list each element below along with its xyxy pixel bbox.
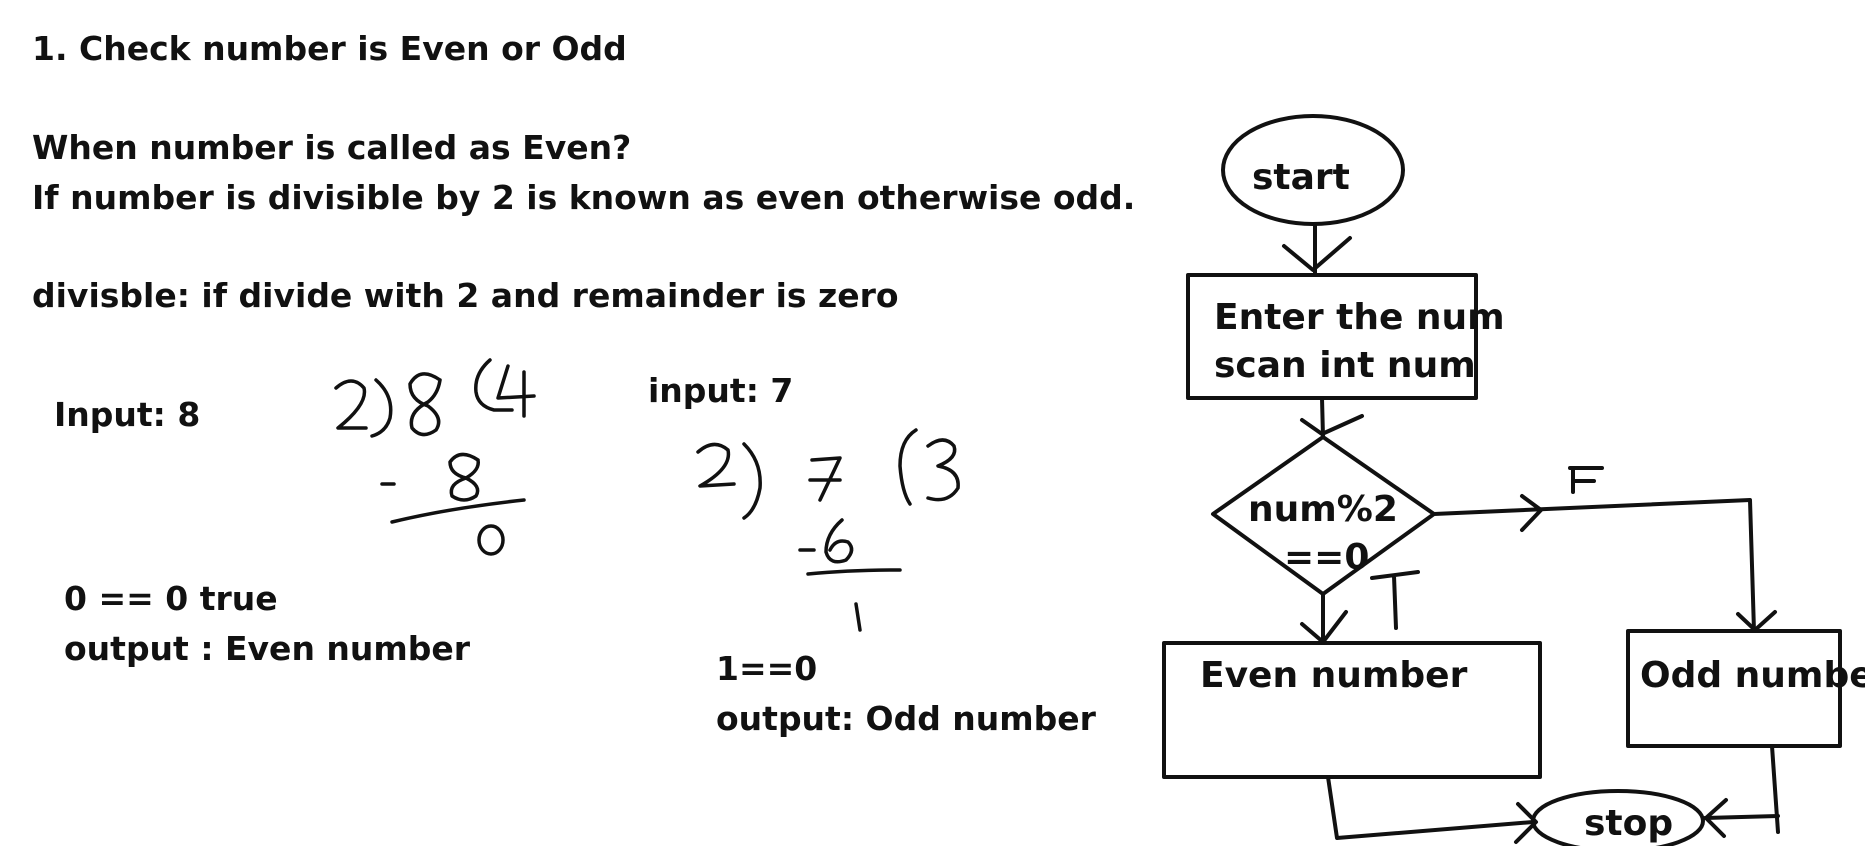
false-branch-arrowhead-1 xyxy=(1520,494,1543,532)
start-terminal xyxy=(1221,114,1405,226)
decision-diamond xyxy=(1211,435,1436,596)
odd-subtracted-6 xyxy=(824,518,854,564)
even-long-division xyxy=(334,358,536,556)
odd-quotient-bracket xyxy=(898,428,918,506)
even-remainder-0 xyxy=(477,524,505,556)
stop-terminal xyxy=(1531,789,1705,846)
false-branch-arrowhead-2 xyxy=(1736,610,1777,632)
odd-divisor-2 xyxy=(696,442,736,488)
false-branch-connector xyxy=(1432,498,1756,633)
ink-layer xyxy=(334,114,1842,846)
odd-process-box xyxy=(1626,629,1842,748)
true-label-glyph xyxy=(1370,570,1420,630)
even-division-underline xyxy=(390,498,526,524)
even-divisor-2 xyxy=(334,379,368,430)
odd-dividend-7 xyxy=(808,456,842,502)
even-subtracted-8 xyxy=(448,452,480,502)
odd-quotient-3 xyxy=(926,438,960,502)
false-label-glyph xyxy=(1568,466,1604,494)
whiteboard-canvas: 1. Check number is Even or Odd When numb… xyxy=(0,0,1865,846)
even-process-box xyxy=(1162,641,1542,779)
odd-division-bracket xyxy=(742,442,762,520)
odd-long-division xyxy=(696,428,960,632)
odd-division-underline xyxy=(806,568,902,576)
odd-to-stop-connector xyxy=(1703,744,1780,834)
even-dividend-8 xyxy=(408,372,442,437)
even-to-stop-connector xyxy=(1326,775,1535,840)
even-division-bracket xyxy=(370,378,393,438)
input-to-decision-arrowhead xyxy=(1300,414,1364,436)
odd-remainder-1 xyxy=(854,602,862,632)
input-to-decision-connector xyxy=(1320,396,1325,439)
input-process-box xyxy=(1186,273,1478,400)
